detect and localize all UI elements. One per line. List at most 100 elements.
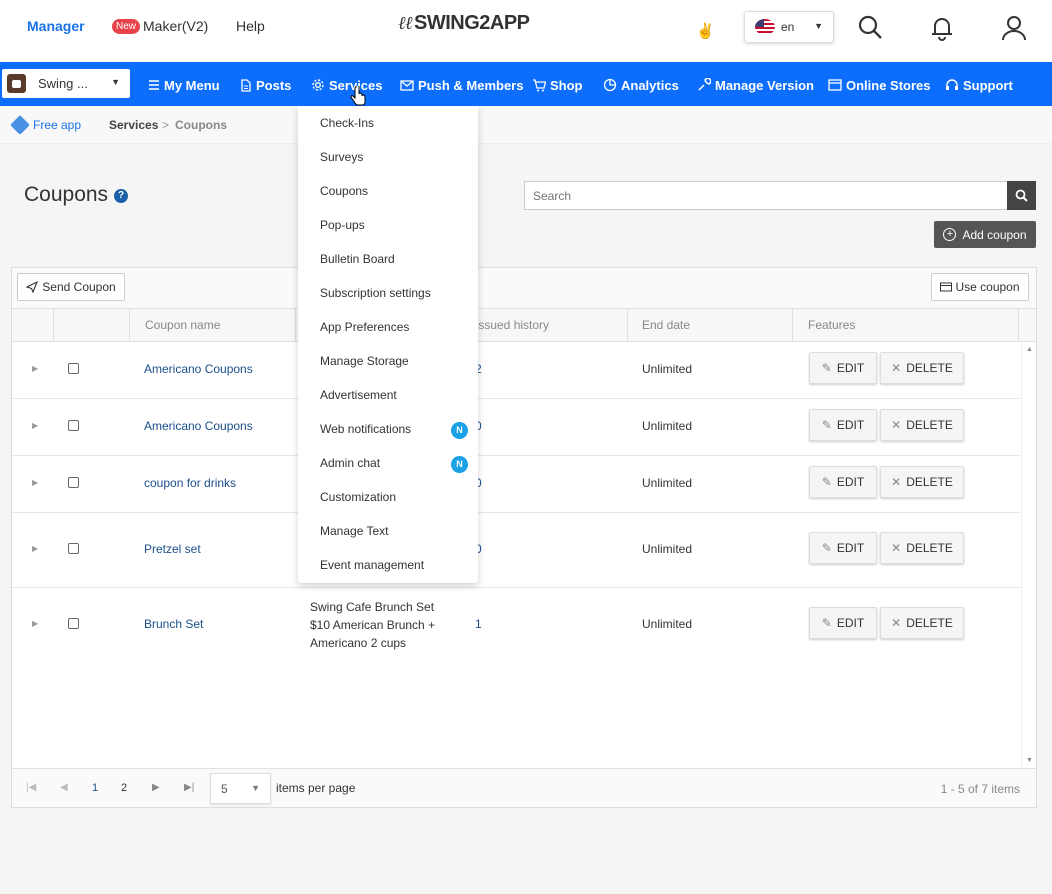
logo-text: SWING2APP (414, 12, 530, 34)
nav-services[interactable]: Services (311, 76, 383, 94)
next-page-icon[interactable]: ▶ (152, 782, 160, 793)
page-2[interactable]: 2 (121, 782, 127, 794)
user-icon[interactable] (999, 13, 1029, 43)
delete-button[interactable]: ✕ DELETE (880, 607, 964, 639)
breadcrumb-free-app[interactable]: Free app (33, 118, 81, 132)
coupon-name-link[interactable]: Brunch Set (144, 617, 203, 631)
close-icon: ✕ (891, 475, 902, 489)
delete-button[interactable]: ✕ DELETE (880, 409, 964, 441)
menu-item-advertisement[interactable]: Advertisement (320, 388, 470, 406)
nav-push-members[interactable]: Push & Members (400, 76, 523, 94)
search-button[interactable] (1007, 181, 1036, 210)
edit-button[interactable]: ✎ EDIT (809, 466, 877, 498)
menu-item-customization[interactable]: Customization (320, 490, 470, 508)
breadcrumb-services[interactable]: Services (109, 118, 158, 132)
end-date: Unlimited (642, 362, 693, 376)
menu-item-app-preferences[interactable]: App Preferences (320, 320, 470, 338)
pager-range: 1 - 5 of 7 items (940, 782, 1020, 796)
manager-link[interactable]: Manager (27, 18, 85, 34)
search-icon[interactable] (855, 13, 885, 43)
row-checkbox[interactable] (68, 477, 79, 488)
menu-item-pop-ups[interactable]: Pop-ups (320, 218, 470, 236)
row-checkbox[interactable] (68, 363, 79, 374)
menu-item-manage-text[interactable]: Manage Text (320, 524, 470, 542)
expand-caret-icon[interactable]: ▶ (32, 364, 38, 373)
breadcrumb: Free app Services > Coupons (0, 106, 1052, 144)
menu-item-admin-chat[interactable]: Admin chat N (320, 456, 470, 474)
new-badge: New (112, 19, 141, 34)
question-icon[interactable]: ? (114, 189, 128, 203)
gear-icon (312, 79, 324, 91)
expand-caret-icon[interactable]: ▶ (32, 478, 38, 487)
menu-item-manage-storage[interactable]: Manage Storage (320, 354, 470, 372)
nav-analytics[interactable]: Analytics (603, 76, 679, 94)
help-link[interactable]: Help (236, 18, 265, 34)
column-coupon-name[interactable]: Coupon name (145, 318, 220, 332)
column-issued-history[interactable]: Issued history (475, 318, 549, 332)
use-coupon-button[interactable]: Use coupon (931, 273, 1029, 301)
row-checkbox[interactable] (68, 618, 79, 629)
coupon-name-link[interactable]: Americano Coupons (144, 362, 253, 376)
nav-shop[interactable]: Shop (532, 76, 583, 94)
per-page-select[interactable]: 5 ▼ (210, 773, 271, 804)
swing2app-logo[interactable]: ℓℓ SWING2APP (398, 12, 530, 35)
nav-posts[interactable]: Posts (240, 76, 291, 94)
edit-button[interactable]: ✎ EDIT (809, 532, 877, 564)
expand-caret-icon[interactable]: ▶ (32, 619, 38, 628)
page-1[interactable]: 1 (92, 782, 98, 794)
menu-item-event-management[interactable]: Event management (320, 558, 470, 576)
language-select[interactable]: en ▼ (744, 11, 834, 43)
scroll-up-icon[interactable]: ▲ (1026, 346, 1033, 353)
menu-item-surveys[interactable]: Surveys (320, 150, 470, 168)
first-page-icon[interactable]: |◀ (26, 782, 36, 793)
app-thumbnail (7, 74, 26, 93)
vertical-scrollbar[interactable]: ▲ ▼ (1021, 342, 1036, 768)
issued-history-link[interactable]: 1 (475, 617, 482, 631)
scroll-down-icon[interactable]: ▼ (1026, 757, 1033, 764)
edit-button[interactable]: ✎ EDIT (809, 607, 877, 639)
nav-support[interactable]: Support (945, 76, 1013, 94)
menu-item-check-ins[interactable]: Check-Ins (320, 116, 470, 134)
menu-item-subscription-settings[interactable]: Subscription settings (320, 286, 470, 304)
table-row: ▶ Brunch Set Swing Cafe Brunch Set $10 A… (12, 588, 1020, 665)
edit-button[interactable]: ✎ EDIT (809, 352, 877, 384)
expand-caret-icon[interactable]: ▶ (32, 421, 38, 430)
nav-manage-version[interactable]: Manage Version (697, 76, 814, 94)
menu-item-bulletin-board[interactable]: Bulletin Board (320, 252, 470, 270)
services-dropdown: Check-Ins Surveys Coupons Pop-ups Bullet… (298, 106, 478, 583)
delete-button[interactable]: ✕ DELETE (880, 466, 964, 498)
bell-icon[interactable] (927, 13, 957, 43)
plus-icon: + (943, 228, 957, 241)
breadcrumb-separator: > (162, 118, 170, 132)
chevron-down-icon: ▼ (111, 77, 120, 87)
edit-button[interactable]: ✎ EDIT (809, 409, 877, 441)
menu-item-web-notifications[interactable]: Web notifications N (320, 422, 470, 440)
nav-online-stores[interactable]: Online Stores (828, 76, 931, 94)
menu-item-coupons[interactable]: Coupons (320, 184, 470, 202)
hand-icon: ✌ (696, 23, 715, 40)
coupon-name-link[interactable]: Americano Coupons (144, 419, 253, 433)
delete-button[interactable]: ✕ DELETE (880, 532, 964, 564)
coupon-description: Swing Cafe Brunch Set $10 American Brunc… (310, 600, 436, 650)
send-coupon-button[interactable]: Send Coupon (17, 273, 125, 301)
search-icon (1015, 189, 1028, 202)
row-checkbox[interactable] (68, 543, 79, 554)
delete-button[interactable]: ✕ DELETE (880, 352, 964, 384)
maker-link[interactable]: Maker(V2) (143, 18, 208, 34)
last-page-icon[interactable]: ▶| (184, 782, 194, 793)
search-input[interactable] (524, 181, 1008, 210)
end-date: Unlimited (642, 419, 693, 433)
close-icon: ✕ (891, 361, 902, 375)
prev-page-icon[interactable]: ◀ (60, 782, 68, 793)
expand-caret-icon[interactable]: ▶ (32, 544, 38, 553)
hand-cursor-icon (350, 86, 366, 106)
row-checkbox[interactable] (68, 420, 79, 431)
app-select[interactable]: Swing ... ▼ (2, 69, 130, 98)
end-date: Unlimited (642, 542, 693, 556)
column-end-date[interactable]: End date (642, 318, 690, 332)
add-coupon-button[interactable]: + Add coupon (934, 221, 1036, 248)
card-icon (940, 282, 953, 292)
coupon-name-link[interactable]: coupon for drinks (144, 476, 236, 490)
nav-my-menu[interactable]: My Menu (148, 76, 220, 94)
coupon-name-link[interactable]: Pretzel set (144, 542, 201, 556)
